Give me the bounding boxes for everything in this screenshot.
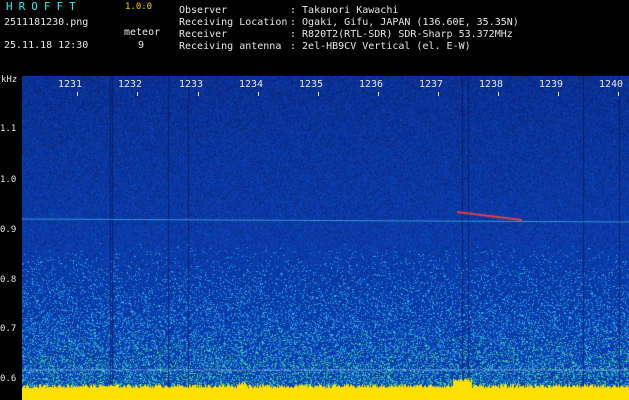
minute-tick — [318, 92, 319, 96]
minute-tick — [198, 92, 199, 96]
x-tick-label: 1236 — [359, 79, 384, 90]
antenna-label: Receiving antenna — [179, 41, 282, 52]
meteor-count: 9 — [138, 40, 145, 51]
receiver-label: Receiver — [179, 29, 228, 40]
x-tick-label: 1239 — [539, 79, 564, 90]
y-tick-label: 0.8 — [0, 275, 17, 285]
minute-tick — [618, 92, 619, 96]
x-tick-label: 1235 — [299, 79, 324, 90]
minute-tick — [77, 92, 78, 96]
location-label: Receiving Location — [179, 17, 288, 28]
spectrogram — [22, 76, 629, 400]
observer-label: Observer — [179, 5, 228, 16]
minute-tick — [438, 92, 439, 96]
x-tick-label: 1233 — [179, 79, 204, 90]
x-tick-label: 1238 — [479, 79, 504, 90]
location-value: : Ogaki, Gifu, JAPAN (136.60E, 35.35N) — [290, 17, 519, 28]
antenna-value: : 2el-HB9CV Vertical (el. E-W) — [290, 41, 471, 52]
minute-tick — [378, 92, 379, 96]
observer-value: : Takanori Kawachi — [290, 5, 399, 16]
x-tick-label: 1231 — [58, 79, 83, 90]
app-logo: HROFFT — [6, 0, 82, 13]
x-tick-label: 1240 — [599, 79, 624, 90]
y-tick-label: 0.7 — [0, 324, 17, 334]
header-panel: HROFFT 1.0.0 2511181230.png meteor 9 25.… — [0, 0, 629, 76]
x-tick-label: 1232 — [118, 79, 143, 90]
meteor-label: meteor — [124, 27, 161, 38]
minute-tick — [498, 92, 499, 96]
x-tick-label: 1234 — [239, 79, 264, 90]
receiver-value: : R820T2(RTL-SDR) SDR-Sharp 53.372MHz — [290, 29, 513, 40]
y-tick-label: 0.9 — [0, 225, 17, 235]
y-tick-label: 1.0 — [0, 175, 17, 185]
app-version: 1.0.0 — [125, 2, 153, 12]
date-time: 25.11.18 12:30 — [4, 40, 89, 51]
minute-tick — [258, 92, 259, 96]
y-tick-label: 1.1 — [0, 124, 17, 134]
file-name: 2511181230.png — [4, 17, 89, 28]
x-tick-label: 1237 — [419, 79, 444, 90]
y-tick-label: 0.6 — [0, 374, 17, 384]
minute-tick — [137, 92, 138, 96]
y-axis-unit: kHz — [1, 75, 18, 85]
minute-tick — [558, 92, 559, 96]
